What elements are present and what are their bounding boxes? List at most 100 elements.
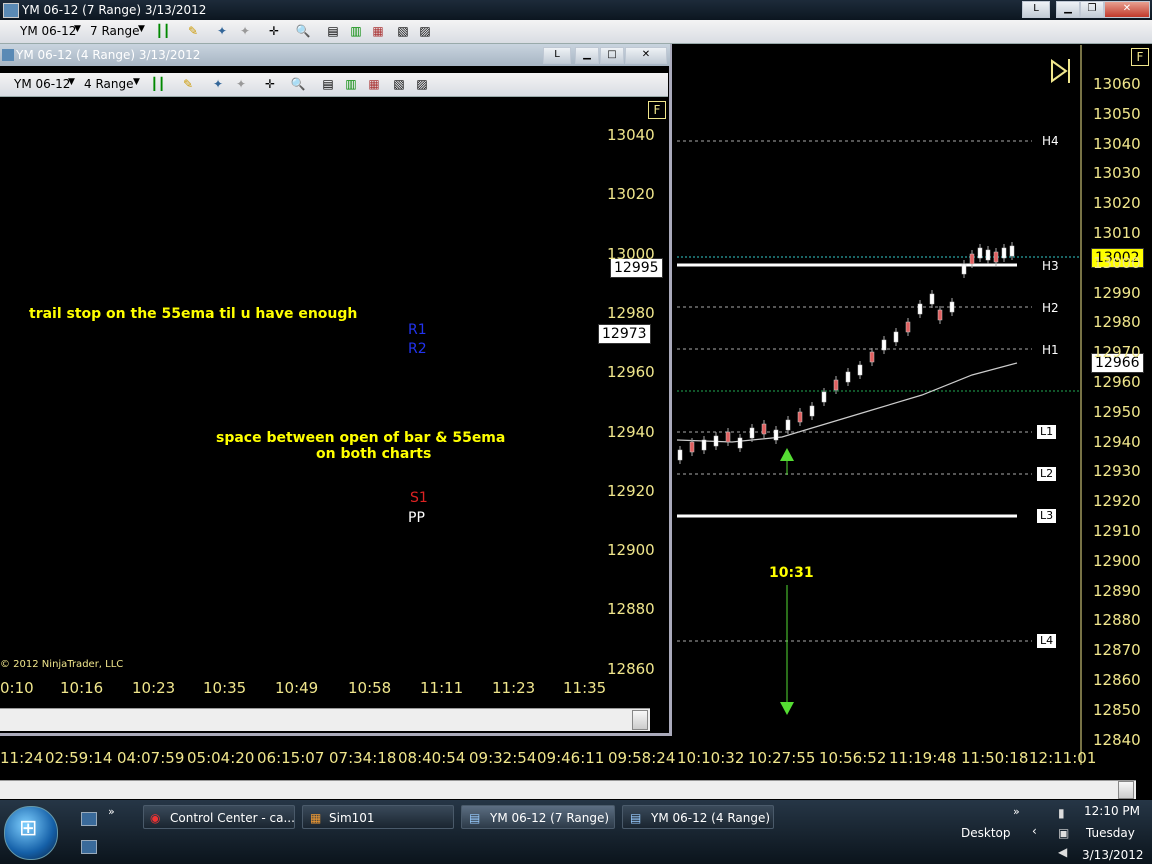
clock-day[interactable]: Tuesday [1086,826,1135,840]
bar-type-icon[interactable]: ┃┃ [155,24,171,38]
strategies-icon[interactable]: ▦ [366,77,382,91]
front-chart-f-button[interactable]: F [648,101,666,119]
candle-body [1009,245,1015,257]
chevron-down-icon[interactable]: ▼ [68,77,75,87]
properties-icon[interactable]: ▧ [395,24,411,38]
front-minimize-button[interactable]: ▁ [575,47,599,64]
chevron-left-icon[interactable]: ‹ [1032,824,1037,838]
annotation-both-charts: on both charts [316,446,432,462]
back-minimize-button[interactable]: ▁ [1056,1,1080,18]
candle-body [905,321,911,333]
back-time-axis-label: 07:34:18 [329,749,397,767]
back-minimize-l-button[interactable]: L [1022,1,1050,18]
back-price-axis-label: 12890 [1093,581,1141,600]
desktop-toolbar-label[interactable]: Desktop [961,826,1011,840]
back-range-select[interactable]: 7 Range [90,24,139,38]
pivot-label-h2: H2 [1042,301,1059,315]
data-box-icon[interactable]: ▤ [320,77,336,91]
front-close-button[interactable]: ✕ [625,47,667,64]
front-toolbar: YM 06-12 ▼ 4 Range ▼ ┃┃ ✎ ✦ ✦ ✛ 🔍 ▤ ▥ ▦ … [0,73,668,97]
data-box-icon[interactable]: ▤ [325,24,341,38]
bar-type-icon[interactable]: ┃┃ [150,77,166,91]
magnet-icon[interactable]: ✦ [214,24,230,38]
chevron-down-icon[interactable]: ▼ [138,24,145,34]
front-minimize-l-button[interactable]: L [543,47,571,64]
chevron-down-icon[interactable]: ▼ [133,77,140,87]
back-instrument-select[interactable]: YM 06-12 [20,24,76,38]
candle-body [761,423,767,435]
chevron-right-icon[interactable]: » [108,805,115,818]
chart-window-icon: ▤ [630,811,642,825]
magnet-icon[interactable]: ✦ [210,77,226,91]
back-time-axis-label: 04:07:59 [117,749,185,767]
front-horizontal-scrollbar[interactable] [0,708,650,731]
strategies-icon[interactable]: ▦ [370,24,386,38]
pivot-label-l1: L1 [1037,425,1057,439]
back-price-axis-label: 12960 [1093,373,1141,391]
pencil-icon[interactable]: ✎ [185,24,201,38]
chart-app-icon [2,49,14,61]
front-range-select[interactable]: 4 Range [84,77,133,91]
play-to-end-icon [1051,59,1068,83]
front-time-axis-label: 11:11 [420,679,464,697]
indicators-icon[interactable]: ▥ [348,24,364,38]
magnet-off-icon[interactable]: ✦ [237,24,253,38]
back-window-titlebar[interactable]: YM 06-12 (7 Range) 3/13/2012 L ▁ ❐ ✕ [0,0,1152,20]
quicklaunch-icon[interactable] [81,840,97,854]
back-horizontal-scrollbar[interactable] [0,780,1136,799]
back-scroll-thumb[interactable] [1118,781,1134,799]
clock-date[interactable]: 3/13/2012 [1082,848,1144,862]
chevron-down-icon[interactable]: ▼ [74,24,81,34]
front-restore-button[interactable]: □ [600,47,624,64]
front-price-axis-label: 12900 [607,541,655,560]
volume-icon[interactable]: ◀ [1058,845,1067,859]
crosshair-icon[interactable]: ✛ [266,24,282,38]
show-desktop-icon[interactable] [81,812,97,826]
level-label-pp: PP [408,510,425,526]
back-chart-canvas [676,45,1082,765]
back-price-axis-label: 12950 [1093,402,1141,421]
clock-time[interactable]: 12:10 PM [1084,804,1140,818]
candle-body [713,435,719,447]
chart-window-icon: ▤ [469,811,481,825]
template-icon[interactable]: ▨ [414,77,430,91]
zoom-icon[interactable]: 🔍 [290,77,306,91]
back-close-button[interactable]: ✕ [1104,1,1150,18]
indicators-icon[interactable]: ▥ [343,77,359,91]
chevron-right-icon[interactable]: » [1013,805,1020,818]
front-instrument-select[interactable]: YM 06-12 [14,77,70,91]
candle-body [797,411,803,423]
front-window-title: YM 06-12 (4 Range) 3/13/2012 [16,48,201,62]
taskbar-sim101[interactable]: Sim101 [302,805,454,829]
candle-body [833,379,839,391]
candle-body [961,263,967,275]
front-time-axis-label: 10:35 [203,679,247,697]
magnet-off-icon[interactable]: ✦ [233,77,249,91]
candle-body [917,303,923,315]
front-price-tag-ema: 12973 [598,324,651,344]
back-restore-button[interactable]: ❐ [1080,1,1104,18]
back-time-axis-label: 11:50:18 [961,749,1029,767]
power-icon[interactable]: ▮ [1058,806,1065,820]
candle-body [881,339,887,351]
candle-body [937,309,943,321]
network-icon[interactable]: ▣ [1058,826,1069,840]
candle-body [689,441,695,453]
taskbar-ym-7-range[interactable]: YM 06-12 (7 Range) ... [461,805,615,829]
front-price-axis-label: 13000 [607,244,655,263]
candle-body [677,449,683,461]
back-time-axis-label: 10:10:32 [677,749,745,767]
front-time-axis-label: 10:49 [275,679,319,697]
chart-app-icon [3,3,19,18]
zoom-icon[interactable]: 🔍 [295,24,311,38]
properties-icon[interactable]: ▧ [391,77,407,91]
front-window-titlebar[interactable]: YM 06-12 (4 Range) 3/13/2012 L ▁ □ ✕ [0,44,670,66]
taskbar-control-center[interactable]: Control Center - ca... [143,805,295,829]
back-price-axis-label: 12900 [1093,551,1141,570]
taskbar-ym-4-range[interactable]: YM 06-12 (4 Range) ... [622,805,774,829]
front-scroll-thumb[interactable] [632,710,648,730]
pencil-icon[interactable]: ✎ [180,77,196,91]
back-price-axis-label: 12850 [1093,700,1141,719]
template-icon[interactable]: ▨ [417,24,433,38]
crosshair-icon[interactable]: ✛ [262,77,278,91]
